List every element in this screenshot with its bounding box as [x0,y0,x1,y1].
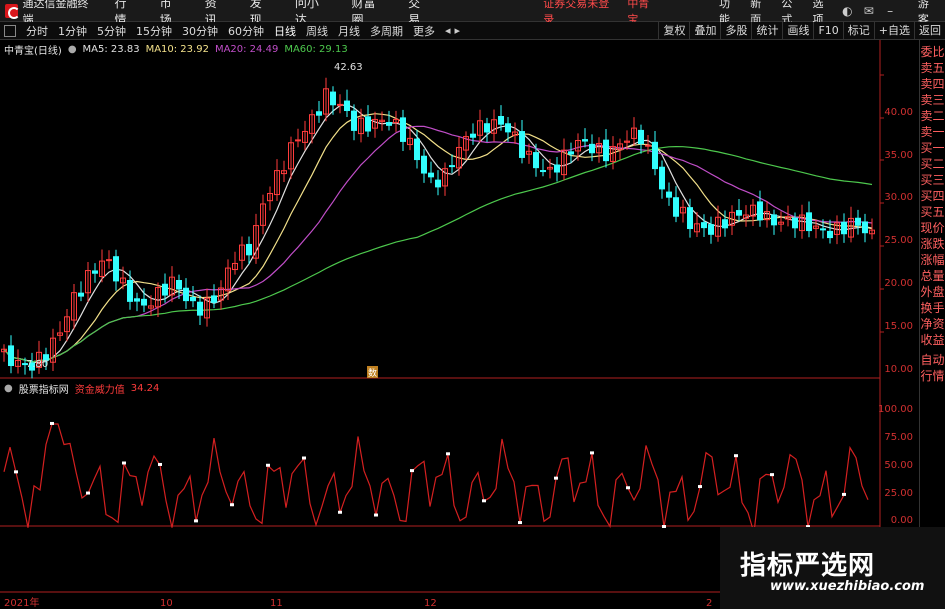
time-label-2: 2 [706,598,712,609]
side-ask5[interactable]: 卖五 [920,60,945,76]
sub-tick-100: 100.00 [878,404,913,415]
period-60min[interactable]: 60分钟 [228,23,264,39]
sub-tick-0: 0.00 [891,515,913,526]
period-15min[interactable]: 15分钟 [136,23,172,39]
indicator-chart [3,421,869,534]
side-auto[interactable]: 自动 [920,352,945,368]
price-axis: 40.00 35.00 30.00 25.00 20.00 15.00 10.0… [878,107,913,526]
time-label-2021: 2021年 [4,596,39,609]
side-turnover[interactable]: 换手 [920,300,945,316]
toolbar-right: 复权 叠加 多股 统计 画线 F10 标记 +自选 返回 [658,21,945,40]
ma5-label: MA5: 23.83 [82,43,140,55]
period-1min[interactable]: 1分钟 [58,23,87,39]
sub-tick-25: 25.00 [884,488,913,499]
side-bid1[interactable]: 买一 [920,140,945,156]
price-tick-35: 35.00 [884,150,913,161]
side-change-pct[interactable]: 涨幅 [920,252,945,268]
period-toolbar: 分时 1分钟 5分钟 15分钟 30分钟 60分钟 日线 周线 月线 多周期 更… [0,21,945,40]
minimize-icon[interactable]: – [882,3,897,19]
ma-lines [3,104,873,364]
menu-bar: 通达信金融终端 行情 市场 资讯 发现 问小达 财富圈 交易 证券交易未登录 中… [0,0,945,27]
side-change[interactable]: 涨跌 [920,236,945,252]
f10-button[interactable]: F10 [813,21,842,40]
time-label-10: 10 [160,598,173,609]
time-axis: 2021年 10 11 12 2 [4,596,712,609]
mark-button[interactable]: 标记 [842,21,874,40]
side-ask2[interactable]: 卖二 [920,108,945,124]
side-net-assets[interactable]: 净资 [920,316,945,332]
period-monthly[interactable]: 月线 [338,23,360,39]
adjust-button[interactable]: 复权 [658,21,689,40]
skin-icon[interactable]: ◐ [840,3,855,19]
watermark-overlay: 指标严选网 www.xuezhibiao.com [720,527,945,609]
price-tick-30: 30.00 [884,192,913,203]
ma60-label: MA60: 29.13 [284,43,348,55]
back-button[interactable]: 返回 [914,21,945,40]
side-ask3[interactable]: 卖三 [920,92,945,108]
period-5min[interactable]: 5分钟 [97,23,126,39]
period-multi[interactable]: 多周期 [370,23,403,39]
event-marker-label: 数 [368,367,377,379]
chart-title: 中青宝(日线) [4,45,62,57]
main-chart-legend: 中青宝(日线) ● MA5: 23.83 MA10: 23.92 MA20: 2… [4,42,354,57]
side-bid-ratio[interactable]: 委比 [920,44,945,60]
side-bid5[interactable]: 买五 [920,204,945,220]
price-tick-10: 10.00 [884,364,913,375]
ma20-label: MA20: 24.49 [214,43,279,55]
settings-icon[interactable]: ● [68,44,77,55]
sub-chart-legend: ● 股票指标网 资金威力值 34.24 [4,381,165,396]
layout-icon[interactable] [4,24,16,37]
side-price[interactable]: 现价 [920,220,945,236]
draw-button[interactable]: 画线 [782,21,813,40]
period-intraday[interactable]: 分时 [26,23,48,39]
period-daily[interactable]: 日线 [274,23,296,39]
nav-right-icon[interactable]: ▸ [455,24,461,37]
side-ask4[interactable]: 卖四 [920,76,945,92]
side-bid3[interactable]: 买三 [920,172,945,188]
side-quote[interactable]: 行情 [920,368,945,384]
period-30min[interactable]: 30分钟 [182,23,218,39]
nav-left-icon[interactable]: ◂ [445,24,451,37]
multi-stock-button[interactable]: 多股 [720,21,751,40]
indicator-label: 资金威力值 [74,384,125,396]
indicator-settings-icon[interactable]: ● [4,383,13,394]
app-logo-icon [5,3,21,19]
time-label-11: 11 [270,598,283,609]
annotations: 42.63 7.80 数 [26,62,378,379]
indicator-title: 股票指标网 [18,384,69,396]
time-label-12: 12 [424,598,437,609]
add-watchlist-button[interactable]: +自选 [873,21,914,40]
side-earnings[interactable]: 收益 [920,332,945,348]
price-tick-15: 15.00 [884,321,913,332]
watermark-text: 指标严选网 [740,551,876,581]
kline-chart[interactable]: 40.00 35.00 30.00 25.00 20.00 15.00 10.0… [0,40,919,609]
period-weekly[interactable]: 周线 [306,23,328,39]
side-volume[interactable]: 总量 [920,268,945,284]
high-price-label: 42.63 [334,62,363,73]
ma10-label: MA10: 23.92 [145,43,209,55]
price-tick-25: 25.00 [884,235,913,246]
quote-side-panel: 委比 卖五 卖四 卖三 卖二 卖一 买一 买二 买三 买四 买五 现价 涨跌 涨… [919,40,945,609]
side-outer[interactable]: 外盘 [920,284,945,300]
stats-button[interactable]: 统计 [751,21,782,40]
sub-tick-50: 50.00 [884,460,913,471]
overlay-button[interactable]: 叠加 [689,21,720,40]
low-price-label: 7.80 [26,359,48,370]
watermark-url: www.xuezhibiao.com [770,579,925,594]
price-tick-40: 40.00 [884,107,913,118]
indicator-value: 34.24 [130,382,160,394]
price-tick-20: 20.00 [884,278,913,289]
period-more[interactable]: 更多 [413,23,435,39]
sub-tick-75: 75.00 [884,432,913,443]
mail-icon[interactable]: ✉ [861,3,876,19]
side-bid4[interactable]: 买四 [920,188,945,204]
side-ask1[interactable]: 卖一 [920,124,945,140]
side-bid2[interactable]: 买二 [920,156,945,172]
